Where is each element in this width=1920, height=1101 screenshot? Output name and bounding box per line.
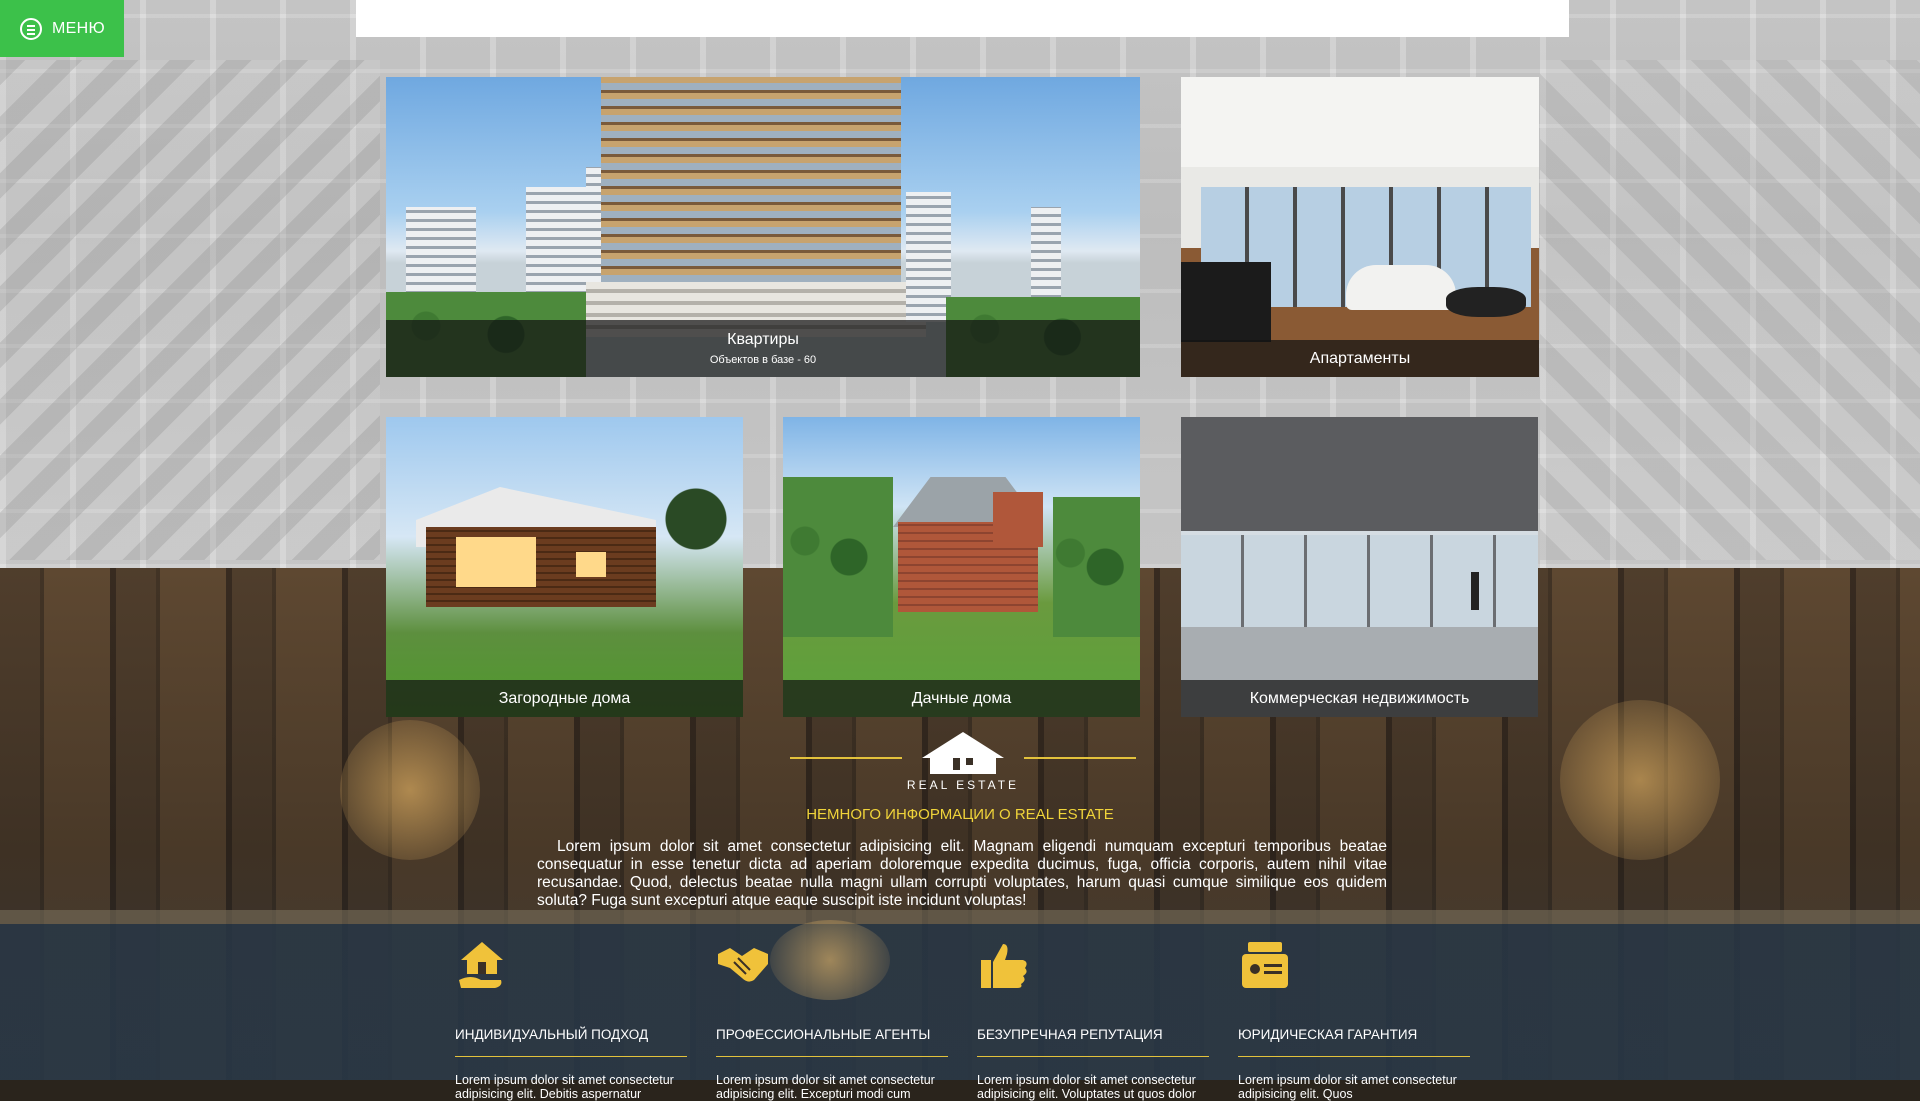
feature-reputation: БЕЗУПРЕЧНАЯ РЕПУТАЦИЯ Lorem ipsum dolor … <box>977 938 1209 1101</box>
tile-serviced-apartments[interactable]: Апартаменты <box>1181 77 1539 377</box>
feature-individual-approach: ИНДИВИДУАЛЬНЫЙ ПОДХОД Lorem ipsum dolor … <box>455 938 687 1101</box>
document-icon <box>1242 942 1288 988</box>
feature-text: Lorem ipsum dolor sit amet consectetur a… <box>1238 1073 1457 1101</box>
feature-text: Lorem ipsum dolor sit amet consectetur a… <box>977 1073 1196 1101</box>
tile-title: Коммерческая недвижимость <box>1249 689 1470 707</box>
hamburger-icon <box>20 17 42 40</box>
tile-caption: Загородные дома <box>386 680 743 717</box>
house-logo-icon <box>922 732 1004 774</box>
logo-divider-right <box>1024 757 1136 759</box>
tile-country-houses[interactable]: Загородные дома <box>386 417 743 717</box>
top-white-bar <box>356 0 1569 37</box>
tile-apartments[interactable]: Квартиры Объектов в базе - 60 <box>386 77 1140 377</box>
dacha-house-image <box>783 417 1140 717</box>
house-hand-icon <box>459 942 503 988</box>
feature-title: БЕЗУПРЕЧНАЯ РЕПУТАЦИЯ <box>977 1027 1209 1057</box>
tile-dacha-houses[interactable]: Дачные дома <box>783 417 1140 717</box>
light-glow <box>1560 700 1720 860</box>
pool-background <box>0 910 1920 1080</box>
tile-caption: Коммерческая недвижимость <box>1181 680 1538 717</box>
logo-text: REAL ESTATE <box>906 778 1020 792</box>
feature-title: ЮРИДИЧЕСКАЯ ГАРАНТИЯ <box>1238 1027 1470 1057</box>
tile-title: Квартиры <box>727 331 799 348</box>
feature-title: ПРОФЕССИОНАЛЬНЫЕ АГЕНТЫ <box>716 1027 948 1057</box>
tile-caption: Дачные дома <box>783 680 1140 717</box>
logo-divider-left <box>790 757 902 759</box>
thumbs-up-icon <box>981 944 1027 988</box>
tile-title: Апартаменты <box>1309 349 1411 367</box>
feature-title: ИНДИВИДУАЛЬНЫЙ ПОДХОД <box>455 1027 687 1057</box>
feature-professional-agents: ПРОФЕССИОНАЛЬНЫЕ АГЕНТЫ Lorem ipsum dolo… <box>716 938 948 1101</box>
tile-title: Загородные дома <box>498 689 631 707</box>
feature-legal-guarantee: ЮРИДИЧЕСКАЯ ГАРАНТИЯ Lorem ipsum dolor s… <box>1238 938 1470 1101</box>
tile-commercial[interactable]: Коммерческая недвижимость <box>1181 417 1538 717</box>
commercial-space-image <box>1181 417 1538 717</box>
info-title: НЕМНОГО ИНФОРМАЦИИ О REAL ESTATE <box>806 806 1114 823</box>
tile-caption: Квартиры Объектов в базе - 60 <box>386 320 1140 377</box>
light-glow <box>340 720 480 860</box>
tile-title: Дачные дома <box>911 689 1012 707</box>
handshake-icon <box>718 948 768 982</box>
feature-text: Lorem ipsum dolor sit amet consectetur a… <box>716 1073 935 1101</box>
menu-button[interactable]: МЕНЮ <box>0 0 124 57</box>
country-house-image <box>386 417 743 717</box>
tile-subtitle: Объектов в базе - 60 <box>709 354 817 366</box>
menu-label: МЕНЮ <box>52 19 105 37</box>
interior-image <box>1181 77 1539 377</box>
feature-text: Lorem ipsum dolor sit amet consectetur a… <box>455 1073 674 1101</box>
real-estate-logo: REAL ESTATE <box>790 728 1136 798</box>
info-text: Lorem ipsum dolor sit amet consectetur a… <box>537 838 1387 909</box>
tile-caption: Апартаменты <box>1181 340 1539 377</box>
